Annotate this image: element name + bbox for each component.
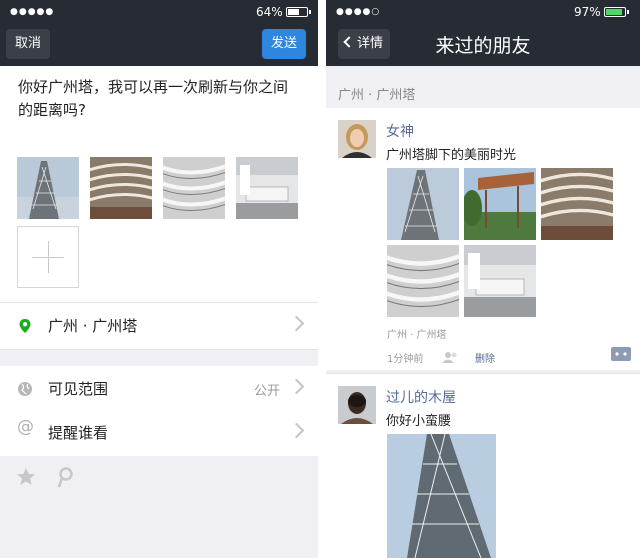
photo-thumbnail[interactable] <box>236 157 298 219</box>
location-row[interactable]: 广州 · 广州塔 <box>0 303 318 349</box>
chevron-right-icon <box>288 315 305 332</box>
location-label: 广州 · 广州塔 <box>48 317 138 335</box>
tencent-weibo-icon[interactable] <box>56 466 76 492</box>
cancel-button[interactable]: 取消 <box>6 29 50 59</box>
visibility-label: 可见范围 <box>48 380 109 398</box>
photo-thumbnail[interactable] <box>163 157 225 219</box>
post-author[interactable]: 女神 <box>386 121 414 141</box>
section-gap <box>0 350 318 366</box>
post-time: 1分钟前 <box>387 354 424 365</box>
avatar[interactable] <box>338 120 376 158</box>
bottom-area <box>0 456 318 558</box>
compose-moment-screen: ●●●●● 64% 取消 发送 你好广州塔，我可以再一次刷新与你之间的距离吗? <box>0 0 318 558</box>
avatar[interactable] <box>338 386 376 424</box>
visibility-friends-icon <box>442 348 460 367</box>
battery-icon <box>604 7 629 17</box>
signal-icon: ●●●●○ <box>336 7 381 17</box>
chevron-right-icon <box>288 378 305 395</box>
visibility-value: 公开 <box>253 384 280 399</box>
moment-post: 女神 广州塔脚下的美丽时光 广州 · 广州塔 1分钟前 删除 <box>326 108 640 370</box>
photo-thumbnail[interactable] <box>17 157 79 219</box>
battery-icon <box>286 7 311 17</box>
screen-divider <box>318 0 326 558</box>
page-title: 来过的朋友 <box>435 35 531 57</box>
moment-post: 过儿的木屋 你好小蛮腰 <box>326 374 640 558</box>
delete-link[interactable]: 删除 <box>475 350 495 365</box>
post-photo[interactable] <box>464 245 536 317</box>
post-photo[interactable] <box>464 168 536 240</box>
mention-label: 提醒谁看 <box>48 424 109 442</box>
add-photo-button[interactable] <box>17 226 79 288</box>
status-bar: ●●●●● 64% <box>0 3 318 21</box>
battery-percent: 64% <box>256 5 283 19</box>
visibility-row[interactable]: 可见范围 公开 <box>0 366 318 412</box>
send-button[interactable]: 发送 <box>262 29 306 59</box>
photo-thumbnail[interactable] <box>90 157 152 219</box>
post-author[interactable]: 过儿的木屋 <box>386 387 456 407</box>
location-header: 广州 · 广州塔 <box>338 88 416 103</box>
globe-icon <box>17 381 33 397</box>
mention-row[interactable]: @ 提醒谁看 <box>0 410 318 456</box>
post-photo[interactable] <box>387 168 459 240</box>
post-location[interactable]: 广州 · 广州塔 <box>387 326 447 341</box>
chevron-right-icon <box>288 422 305 439</box>
post-text-input[interactable]: 你好广州塔，我可以再一次刷新与你之间的距离吗? <box>18 76 298 122</box>
star-icon[interactable] <box>16 467 36 491</box>
post-photo[interactable] <box>387 245 459 317</box>
comment-icon[interactable] <box>610 346 632 366</box>
nav-bar: ●●●●● 64% 取消 发送 <box>0 0 318 66</box>
status-bar: ●●●●○ 97% <box>326 3 640 21</box>
post-photo[interactable] <box>541 168 613 240</box>
nav-bar: ●●●●○ 97% 详情 来过的朋友 <box>326 0 640 66</box>
visited-friends-screen: ●●●●○ 97% 详情 来过的朋友 广州 · 广州塔 女神 广州塔脚下的美丽时… <box>326 0 640 558</box>
location-pin-icon <box>17 318 33 334</box>
post-photo[interactable] <box>387 434 496 558</box>
signal-icon: ●●●●● <box>10 7 55 17</box>
battery-percent: 97% <box>574 5 601 19</box>
post-text: 广州塔脚下的美丽时光 <box>386 148 517 163</box>
at-sign-icon: @ <box>17 417 34 437</box>
post-text: 你好小蛮腰 <box>386 414 452 429</box>
